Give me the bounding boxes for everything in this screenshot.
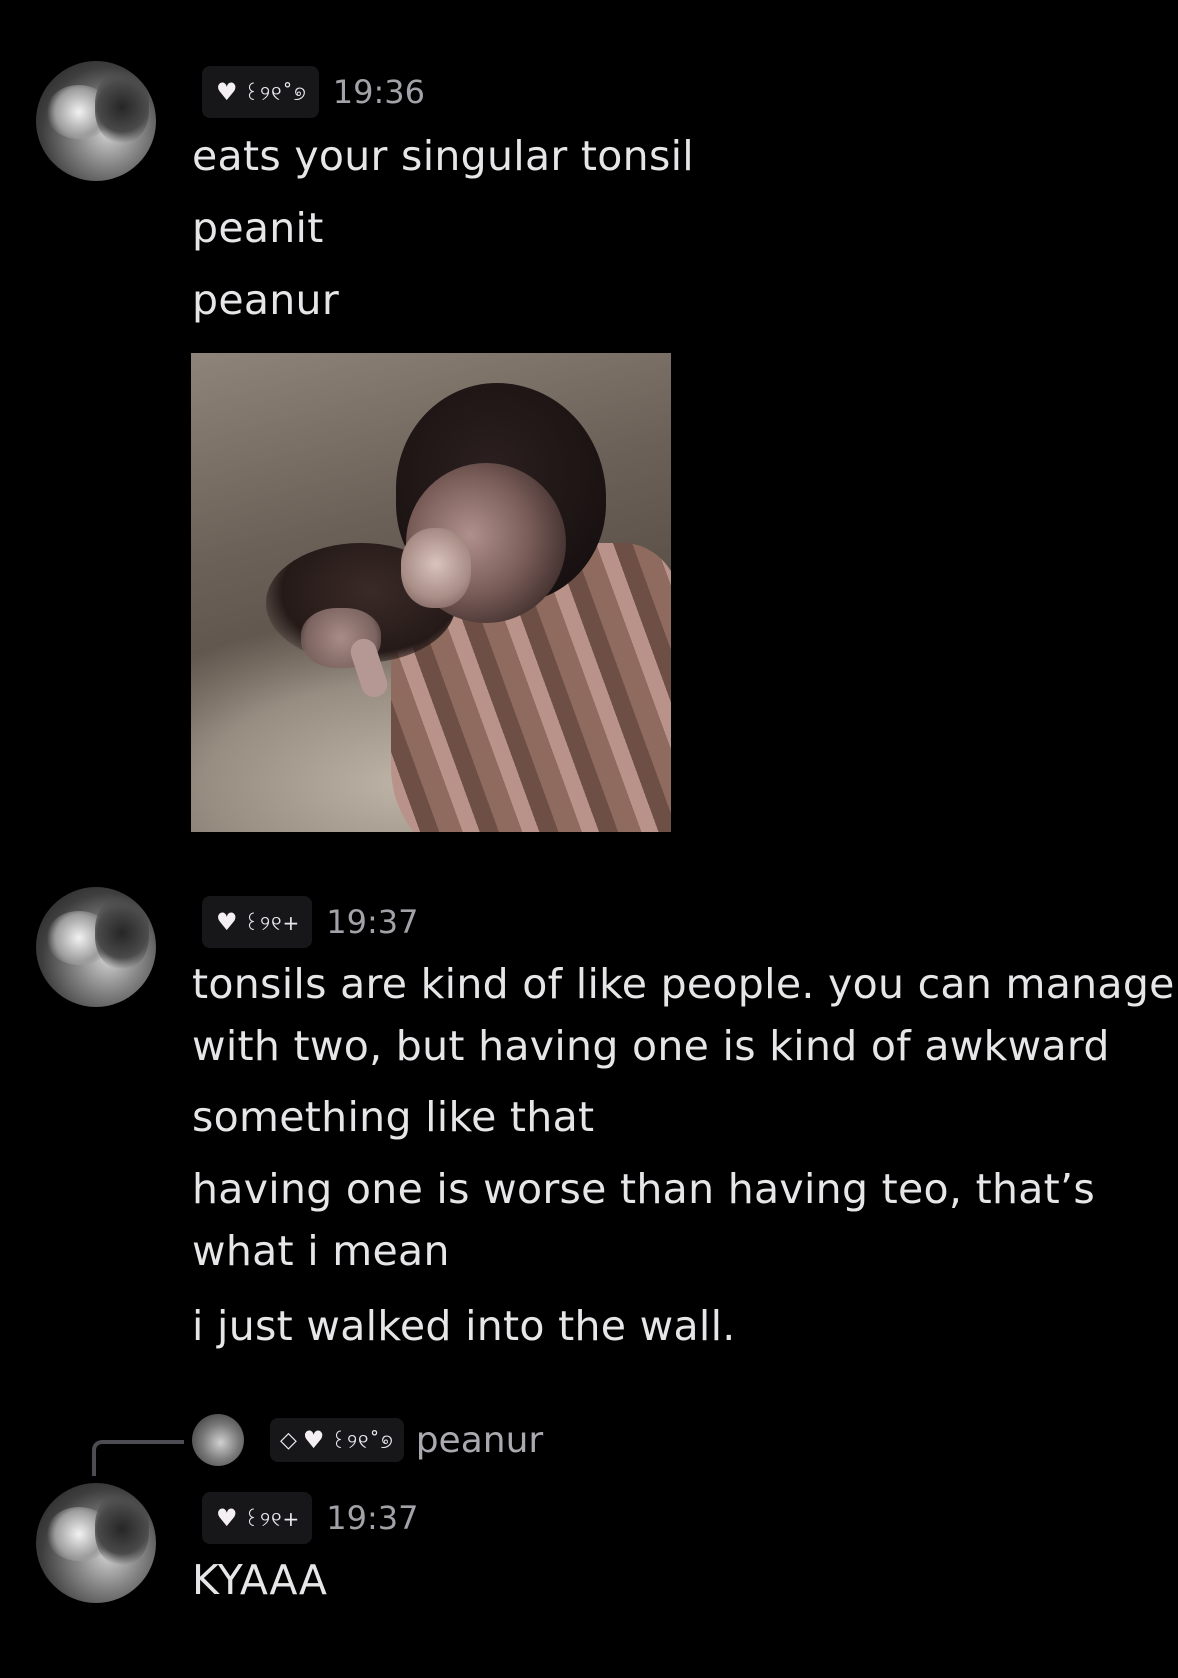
gif-mouth [401, 528, 471, 608]
reply-username-pill[interactable]: ◇ ♥ ꒰୨୧˚୭ [270, 1418, 404, 1462]
message-header: ♥ ꒰୨୧˚୭ 19:36 [202, 66, 425, 118]
reply-preview[interactable]: ◇ ♥ ꒰୨୧˚୭ peanur [270, 1418, 543, 1462]
message-text: tonsils are kind of like people. you can… [192, 960, 1175, 1008]
message-text: what i mean [192, 1227, 450, 1275]
timestamp: 19:36 [332, 73, 425, 111]
chimpanzee-gif[interactable] [191, 353, 671, 832]
user-avatar[interactable] [36, 61, 156, 181]
message-text: with two, but having one is kind of awkw… [192, 1022, 1110, 1070]
message-text: i just walked into the wall. [192, 1302, 736, 1350]
message-text: something like that [192, 1093, 595, 1141]
username-pill[interactable]: ♥ ꒰୨୧˚୭ [202, 66, 319, 118]
user-avatar[interactable] [36, 887, 156, 1007]
username: ꒰୨୧˚୭ [243, 81, 307, 105]
reply-text: peanur [415, 1419, 544, 1461]
message-text: peanur [192, 276, 340, 324]
username: ꒰୨୧+ [243, 1507, 301, 1531]
timestamp: 19:37 [326, 1499, 419, 1537]
heart-icon: ♥ [302, 1426, 325, 1454]
reply-connector [92, 1440, 184, 1476]
message-header: ♥ ꒰୨୧+ 19:37 [202, 896, 419, 948]
diamond-icon: ◇ [280, 1427, 297, 1453]
username-pill[interactable]: ♥ ꒰୨୧+ [202, 896, 313, 948]
reply-avatar[interactable] [192, 1414, 244, 1466]
heart-icon: ♥ [216, 78, 238, 106]
message-text: eats your singular tonsil [192, 132, 694, 180]
message-text: peanit [192, 204, 324, 252]
heart-icon: ♥ [216, 1504, 238, 1532]
username: ꒰୨୧+ [243, 911, 301, 935]
user-avatar[interactable] [36, 1483, 156, 1603]
heart-icon: ♥ [216, 908, 238, 936]
message-header: ♥ ꒰୨୧+ 19:37 [202, 1492, 419, 1544]
timestamp: 19:37 [326, 903, 419, 941]
message-text: having one is worse than having teo, tha… [192, 1165, 1096, 1213]
username-pill[interactable]: ♥ ꒰୨୧+ [202, 1492, 313, 1544]
reply-username: ꒰୨୧˚୭ [330, 1429, 394, 1453]
message-text: KYAAA [192, 1556, 328, 1604]
